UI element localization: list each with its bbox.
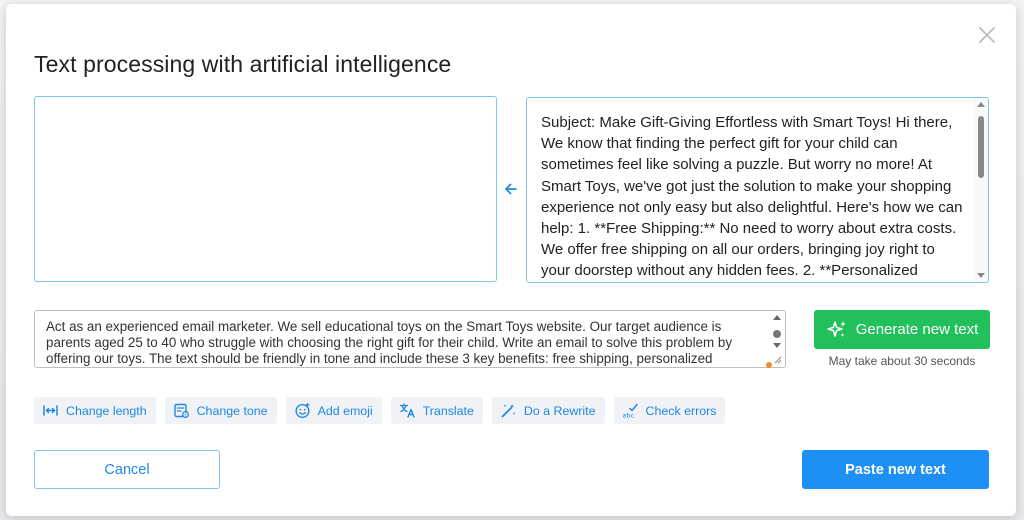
spellcheck-icon: abc: [622, 403, 638, 420]
tool-label: Add emoji: [317, 403, 373, 418]
cancel-button[interactable]: Cancel: [34, 450, 220, 489]
add-emoji-button[interactable]: Add emoji: [285, 397, 382, 424]
close-button[interactable]: [976, 24, 998, 46]
prompt-text: Act as an experienced email marketer. We…: [46, 319, 733, 366]
svg-text:abc: abc: [622, 412, 634, 420]
source-text-field[interactable]: [34, 96, 497, 282]
generate-note: May take about 30 seconds: [828, 354, 976, 368]
paste-new-text-button[interactable]: Paste new text: [802, 450, 989, 489]
arrows-horizontal-icon: [43, 405, 58, 416]
close-icon: [979, 27, 995, 43]
generate-label: Generate new text: [855, 321, 979, 338]
tool-label: Change tone: [196, 403, 268, 418]
magic-wand-icon: [501, 404, 516, 418]
tool-label: Translate: [422, 403, 474, 418]
tool-label: Check errors: [645, 403, 717, 418]
scrollbar-thumb[interactable]: [773, 330, 781, 338]
scroll-up-icon[interactable]: [773, 315, 781, 320]
tool-label: Do a Rewrite: [523, 403, 596, 418]
scroll-down-icon[interactable]: [977, 273, 985, 278]
translate-icon: [399, 403, 415, 418]
rewrite-button[interactable]: Do a Rewrite: [491, 397, 605, 424]
tone-settings-icon: [173, 403, 189, 418]
ai-tools-bar: Change length Change tone Add emoji Tran…: [34, 397, 726, 424]
result-scrollbar[interactable]: [974, 98, 988, 282]
prompt-textarea[interactable]: Act as an experienced email marketer. We…: [34, 310, 786, 368]
sparkles-icon: [826, 320, 846, 337]
scroll-down-icon[interactable]: [773, 343, 781, 348]
scroll-up-icon[interactable]: [977, 102, 985, 107]
status-dot: [766, 362, 772, 368]
check-errors-button[interactable]: abc Check errors: [613, 397, 726, 424]
result-text-field[interactable]: Subject: Make Gift-Giving Effortless wit…: [526, 97, 989, 283]
generate-button[interactable]: Generate new text: [814, 310, 990, 349]
change-length-button[interactable]: Change length: [34, 397, 156, 424]
change-tone-button[interactable]: Change tone: [164, 397, 277, 424]
tool-label: Change length: [66, 403, 147, 418]
resize-grip-icon[interactable]: [774, 356, 782, 364]
arrow-left-icon: [505, 183, 517, 195]
result-text: Subject: Make Gift-Giving Effortless wit…: [541, 114, 963, 280]
ai-text-dialog: Text processing with artificial intellig…: [6, 4, 1016, 516]
emoji-icon: [295, 402, 310, 419]
translate-button[interactable]: Translate: [390, 397, 483, 424]
dialog-title: Text processing with artificial intellig…: [34, 51, 452, 77]
scrollbar-thumb[interactable]: [978, 116, 984, 178]
apply-result-arrow[interactable]: [503, 181, 519, 197]
